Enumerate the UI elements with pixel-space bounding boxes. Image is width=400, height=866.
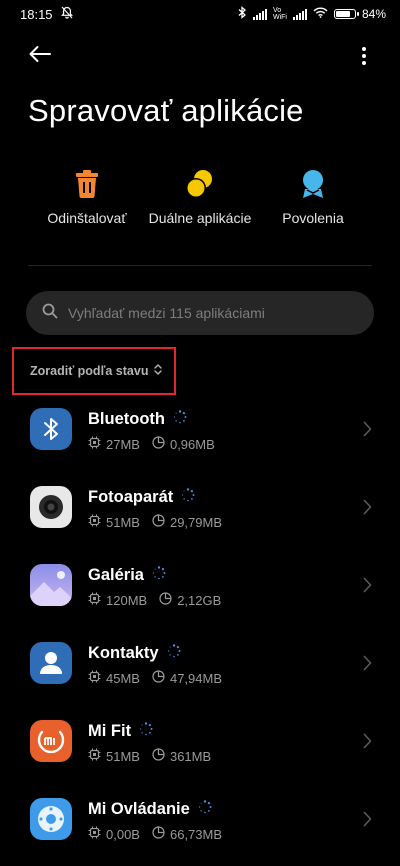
permissions-icon xyxy=(297,168,329,200)
app-cache: 0,96MB xyxy=(169,436,215,452)
back-button[interactable] xyxy=(26,42,54,70)
divider xyxy=(28,265,372,266)
pie-chart-icon xyxy=(152,436,165,452)
loading-spinner-icon xyxy=(152,566,166,585)
sort-dropdown[interactable]: Zoradiť podľa stavu xyxy=(30,364,163,378)
app-cache: 361MB xyxy=(169,748,212,764)
sort-arrows-icon xyxy=(154,364,163,378)
chip-icon xyxy=(88,670,101,686)
loading-spinner-icon xyxy=(139,722,153,741)
app-cache: 29,79MB xyxy=(169,514,223,530)
app-name-row: Mi Fit xyxy=(88,722,153,741)
app-meta: 120MB 2,12GB xyxy=(88,592,221,608)
permissions-label: Povolenia xyxy=(282,210,344,226)
dual-apps-label: Duálne aplikácie xyxy=(148,210,252,226)
bluetooth-icon xyxy=(30,408,72,450)
app-meta: 51MB 29,79MB xyxy=(88,514,222,530)
app-name-row: Fotoaparát xyxy=(88,488,195,507)
chip-icon xyxy=(88,436,101,452)
app-name: Mi Ovládanie xyxy=(88,800,190,818)
signal-icon-2 xyxy=(292,8,307,20)
app-storage: 45MB xyxy=(106,670,140,686)
uninstall-label: Odinštalovať xyxy=(47,210,127,226)
chip-icon xyxy=(88,592,101,608)
list-item[interactable]: Galéria 120MB 2,12GB xyxy=(0,554,400,632)
app-cache: 66,73MB xyxy=(169,826,223,842)
battery-icon xyxy=(333,9,359,19)
loading-spinner-icon xyxy=(173,410,187,429)
list-item[interactable]: Kontakty 45MB 47,94MB xyxy=(0,632,400,710)
status-bar: 18:15 Vo WiFi 84% xyxy=(0,0,400,28)
app-name: Kontakty xyxy=(88,644,159,662)
app-storage: 27MB xyxy=(106,436,140,452)
page-title: Spravovať aplikácie xyxy=(28,93,304,128)
sort-label: Zoradiť podľa stavu xyxy=(30,364,149,378)
chevron-right-icon xyxy=(363,655,372,676)
contacts-icon xyxy=(30,642,72,684)
app-storage: 51MB xyxy=(106,514,140,530)
signal-icon xyxy=(252,8,267,20)
list-item[interactable]: Mi Ovládanie 0,00B 66,73MB xyxy=(0,788,400,866)
loading-spinner-icon xyxy=(181,488,195,507)
chevron-right-icon xyxy=(363,499,372,520)
loading-spinner-icon xyxy=(167,644,181,663)
app-meta: 27MB 0,96MB xyxy=(88,436,215,452)
gallery-icon xyxy=(30,564,72,606)
chevron-right-icon xyxy=(363,811,372,832)
status-time: 18:15 xyxy=(20,6,53,22)
bell-muted-icon xyxy=(60,6,73,22)
arrow-left-icon xyxy=(28,45,52,68)
chevron-right-icon xyxy=(363,577,372,598)
pie-chart-icon xyxy=(159,592,172,608)
chip-icon xyxy=(88,514,101,530)
battery-percent: 84% xyxy=(361,7,386,21)
app-name: Galéria xyxy=(88,566,144,584)
app-name: Mi Fit xyxy=(88,722,132,740)
pie-chart-icon xyxy=(152,514,165,530)
app-meta: 51MB 361MB xyxy=(88,748,211,764)
app-meta: 45MB 47,94MB xyxy=(88,670,222,686)
pie-chart-icon xyxy=(152,826,165,842)
quick-actions: Odinštalovať Duálne aplikácie Povolenia xyxy=(0,168,400,238)
app-name-row: Galéria xyxy=(88,566,166,585)
dual-apps-button[interactable]: Duálne aplikácie xyxy=(135,168,265,226)
search-icon xyxy=(42,303,58,324)
app-list: Bluetooth 27MB 0,96MB Fotoaparát 51MB 29… xyxy=(0,398,400,866)
loading-spinner-icon xyxy=(198,800,212,819)
trash-icon xyxy=(71,168,103,200)
app-cache: 47,94MB xyxy=(169,670,223,686)
chevron-right-icon xyxy=(363,733,372,754)
app-storage: 120MB xyxy=(106,592,148,608)
vowifi-icon: Vo WiFi xyxy=(272,7,287,21)
app-name-row: Kontakty xyxy=(88,644,181,663)
bluetooth-status-icon xyxy=(238,6,247,22)
app-cache: 2,12GB xyxy=(177,592,222,608)
mi-fit-icon xyxy=(30,720,72,762)
uninstall-button[interactable]: Odinštalovať xyxy=(22,168,152,226)
wifi-icon xyxy=(313,7,328,21)
chip-icon xyxy=(88,826,101,842)
chevron-right-icon xyxy=(363,421,372,442)
dual-apps-icon xyxy=(184,168,216,200)
camera-icon xyxy=(30,486,72,528)
app-name-row: Mi Ovládanie xyxy=(88,800,212,819)
more-options-button[interactable] xyxy=(354,42,374,70)
search-placeholder: Vyhľadať medzi 115 aplikáciami xyxy=(68,305,265,321)
permissions-button[interactable]: Povolenia xyxy=(248,168,378,226)
search-input[interactable]: Vyhľadať medzi 115 aplikáciami xyxy=(26,291,374,335)
chip-icon xyxy=(88,748,101,764)
app-name: Fotoaparát xyxy=(88,488,174,506)
pie-chart-icon xyxy=(152,748,165,764)
app-name: Bluetooth xyxy=(88,410,165,428)
app-storage: 0,00B xyxy=(106,826,140,842)
list-item[interactable]: Mi Fit 51MB 361MB xyxy=(0,710,400,788)
list-item[interactable]: Bluetooth 27MB 0,96MB xyxy=(0,398,400,476)
app-name-row: Bluetooth xyxy=(88,410,187,429)
app-meta: 0,00B 66,73MB xyxy=(88,826,222,842)
remote-icon xyxy=(30,798,72,840)
list-item[interactable]: Fotoaparát 51MB 29,79MB xyxy=(0,476,400,554)
app-storage: 51MB xyxy=(106,748,140,764)
more-dot-icon xyxy=(362,47,366,51)
pie-chart-icon xyxy=(152,670,165,686)
